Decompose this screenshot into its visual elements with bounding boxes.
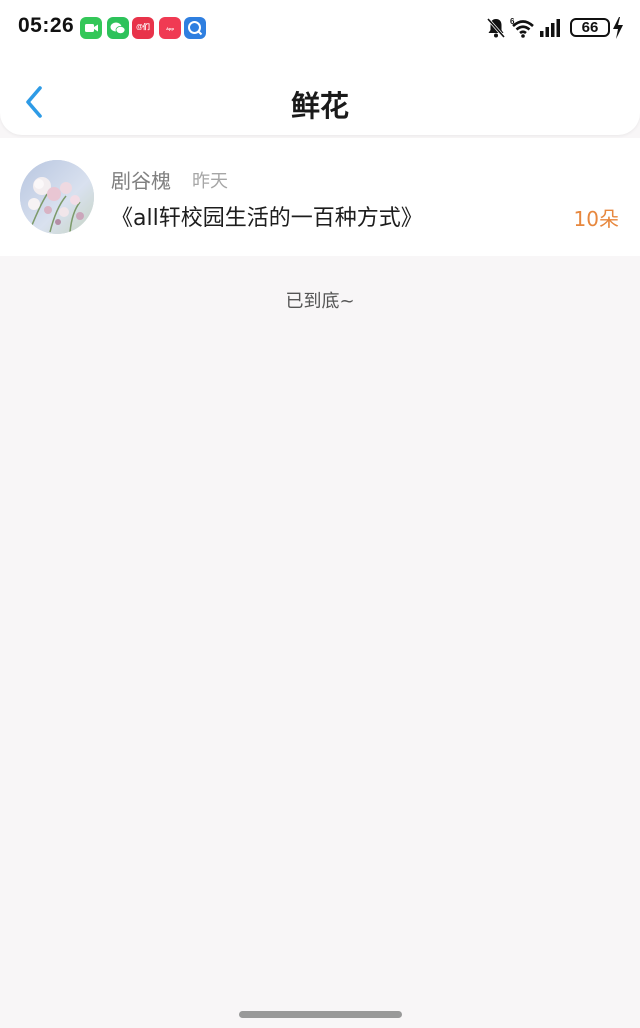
status-time: 05:26 [18,14,75,37]
wifi-icon: 6 [510,16,536,44]
page-title: 鲜花 [290,89,349,123]
app-gallery-icon: App Gallery [159,17,181,55]
user-name[interactable]: 剧谷槐 [111,165,171,194]
bell-muted-icon [486,17,506,43]
navigation-bar: 鲜花 [0,66,640,136]
wechat-icon [107,17,129,39]
post-time: 昨天 [192,171,228,192]
blue-app-icon [184,17,206,39]
video-app-icon [80,17,102,39]
signal-icon [540,19,562,41]
list-item[interactable]: 剧谷槐 昨天 《all轩校园生活的一百种方式》 10朵 [0,138,640,256]
app-icon-red: @们 [132,17,154,39]
charging-bolt-icon [612,17,624,43]
header: 05:26 @们 App Gallery 6 66 鲜花 [0,0,640,135]
flowers-page: 05:26 @们 App Gallery 6 66 鲜花 剧谷槐 昨天 《all… [0,0,640,1028]
end-of-list-text: 已到底~ [285,291,355,312]
home-indicator[interactable] [239,1011,402,1018]
avatar[interactable] [20,160,94,234]
work-title[interactable]: 《all轩校园生活的一百种方式》 [111,200,423,232]
status-icons: 6 66 [454,15,624,41]
battery-icon: 66 [570,18,610,37]
wifi-badge: 6 [510,17,515,26]
status-bar: 05:26 @们 App Gallery 6 66 [0,0,640,56]
flower-count: 10朵 [573,207,619,231]
